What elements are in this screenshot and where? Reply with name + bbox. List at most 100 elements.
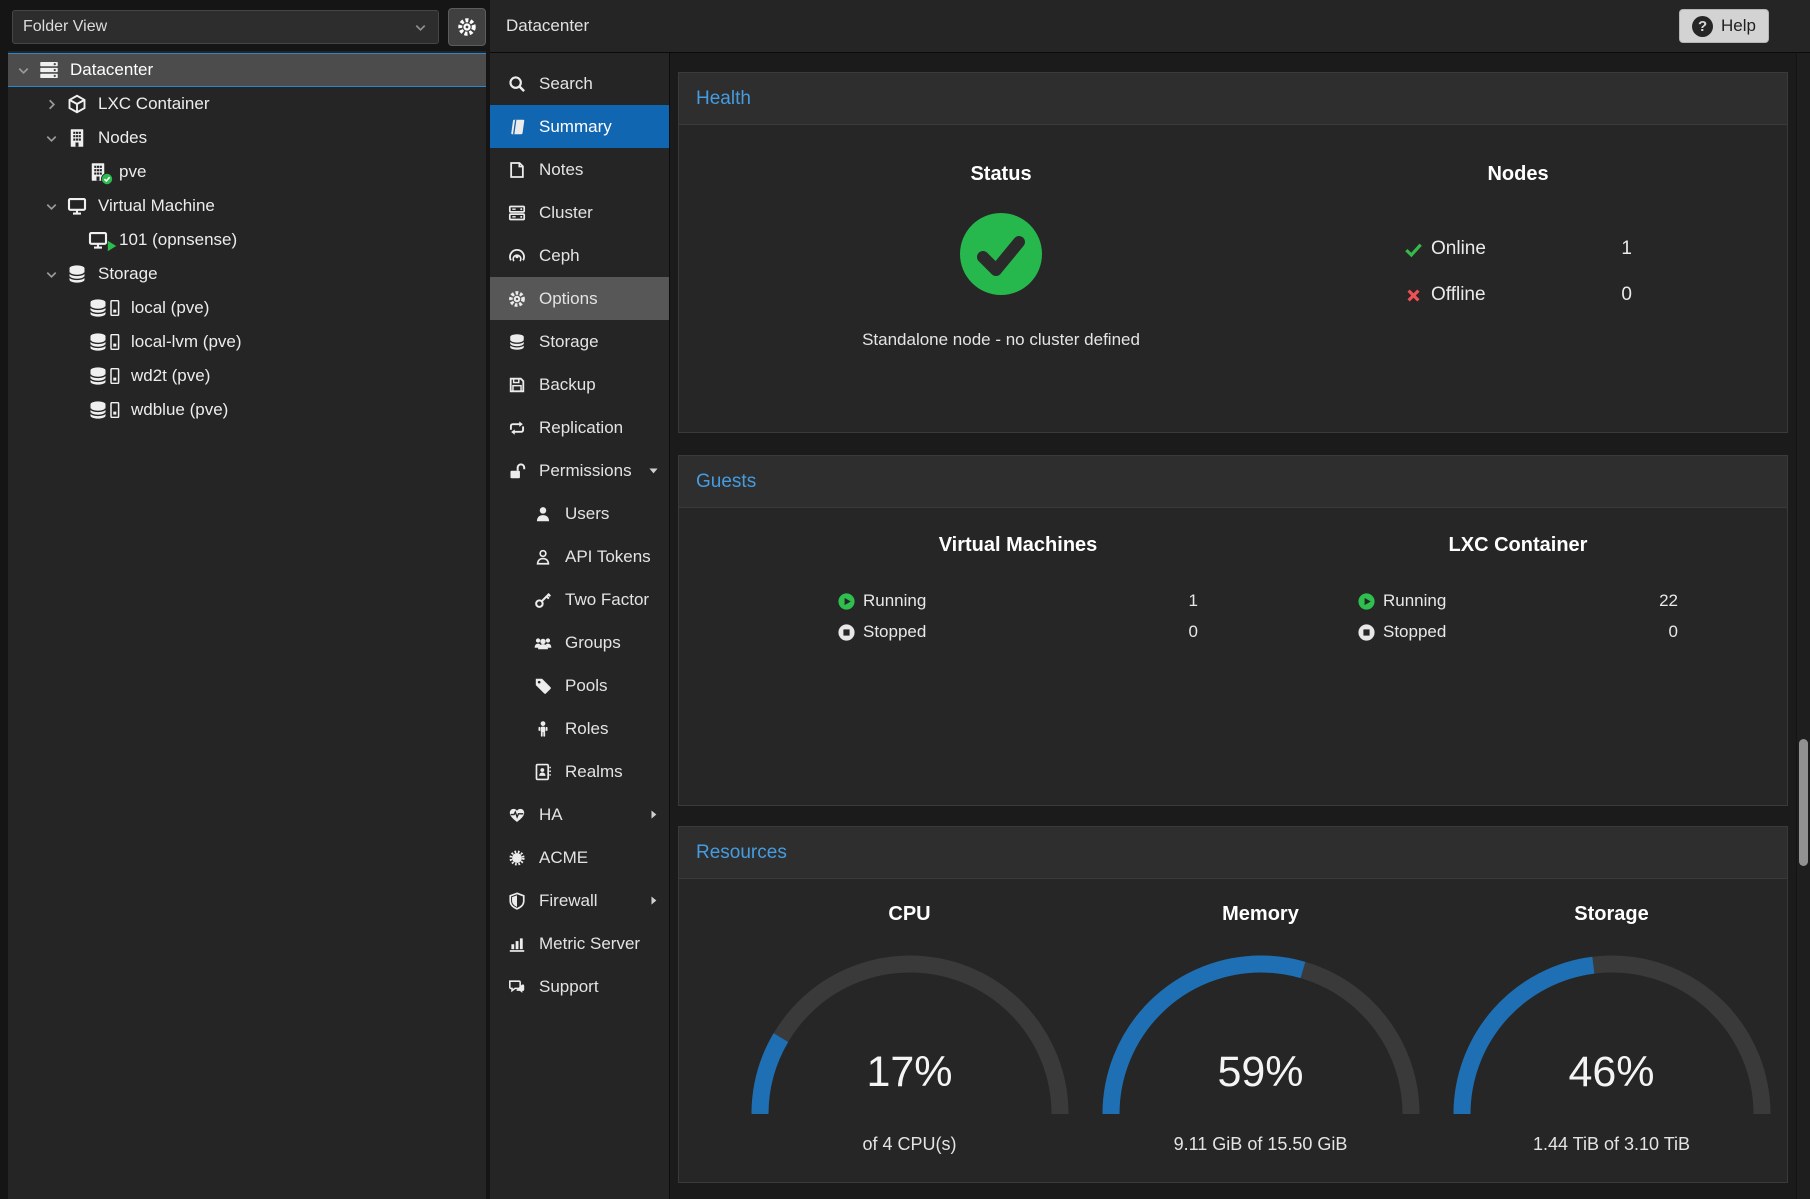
- stop-circle-icon: [1358, 624, 1375, 641]
- tree-item-label: LXC Container: [98, 94, 210, 114]
- health-panel-body: Status Standalone node - no cluster defi…: [679, 125, 1787, 432]
- lxc-running-label: Running: [1383, 591, 1446, 611]
- gear-icon: [508, 290, 526, 308]
- burst-icon: [508, 849, 526, 867]
- menu-item-acme[interactable]: ACME: [490, 836, 669, 879]
- tree-item-datacenter[interactable]: Datacenter: [8, 53, 486, 87]
- cpu-percent: 17%: [740, 1048, 1080, 1097]
- vm-stopped-value: 0: [1189, 622, 1198, 642]
- tree-settings-button[interactable]: [448, 8, 486, 46]
- database-icon: [67, 264, 87, 284]
- note-icon: [508, 161, 526, 179]
- unlock-icon: [508, 462, 526, 480]
- menu-item-ceph[interactable]: Ceph: [490, 234, 669, 277]
- menu-item-two-factor[interactable]: Two Factor: [490, 578, 669, 621]
- tree-item-storage-wdblue[interactable]: wdblue (pve): [8, 393, 486, 427]
- menu-item-search[interactable]: Search: [490, 62, 669, 105]
- tree-toolbar: Folder View: [0, 0, 490, 46]
- tree-item-virtual-machine[interactable]: Virtual Machine: [8, 189, 486, 223]
- tree-item-storage[interactable]: Storage: [8, 257, 486, 291]
- menu-item-summary[interactable]: Summary: [490, 105, 669, 148]
- tree-item-pve[interactable]: pve: [8, 155, 486, 189]
- storage-detail: 1.44 TiB of 3.10 TiB: [1533, 1134, 1690, 1155]
- nodes-online-value: 1: [1621, 238, 1632, 260]
- menu-item-groups[interactable]: Groups: [490, 621, 669, 664]
- tree-item-label: pve: [119, 162, 146, 182]
- vertical-scrollbar[interactable]: [1796, 53, 1810, 1199]
- menu-item-storage[interactable]: Storage: [490, 320, 669, 363]
- nodes-online-row: Online 1: [1404, 238, 1632, 260]
- menu-item-notes[interactable]: Notes: [490, 148, 669, 191]
- menu-item-label: Groups: [565, 633, 621, 653]
- comments-icon: [508, 978, 526, 996]
- menu-item-label: Pools: [565, 676, 608, 696]
- menu-item-roles[interactable]: Roles: [490, 707, 669, 750]
- chevron-down-icon[interactable]: [44, 131, 59, 146]
- tree-item-storage-local-lvm[interactable]: local-lvm (pve): [8, 325, 486, 359]
- view-mode-select[interactable]: Folder View: [12, 10, 439, 44]
- menu-item-realms[interactable]: Realms: [490, 750, 669, 793]
- menu-item-permissions[interactable]: Permissions: [490, 449, 669, 492]
- building-icon: [67, 128, 87, 148]
- tree-item-storage-local[interactable]: local (pve): [8, 291, 486, 325]
- menu-item-backup[interactable]: Backup: [490, 363, 669, 406]
- guests-panel: Guests Virtual Machines Running 1: [678, 455, 1788, 806]
- chevron-down-icon[interactable]: [16, 63, 31, 78]
- heartbeat-icon: [508, 806, 526, 824]
- status-column: Status Standalone node - no cluster defi…: [724, 125, 1278, 432]
- menu-item-api-tokens[interactable]: API Tokens: [490, 535, 669, 578]
- menu-item-label: Support: [539, 977, 599, 997]
- menu-item-label: Notes: [539, 160, 583, 180]
- menu-item-support[interactable]: Support: [490, 965, 669, 1008]
- help-button[interactable]: ? Help: [1679, 9, 1769, 43]
- user-outline-icon: [534, 548, 552, 566]
- check-icon: [1404, 241, 1423, 258]
- caret-right-icon: [647, 894, 660, 907]
- storage-gauge: 46%: [1442, 952, 1782, 1122]
- caret-down-icon: [647, 464, 660, 477]
- menu-item-label: Ceph: [539, 246, 580, 266]
- menu-item-options[interactable]: Options: [490, 277, 669, 320]
- menu-item-metric-server[interactable]: Metric Server: [490, 922, 669, 965]
- nodes-online-label: Online: [1431, 238, 1486, 260]
- tree-item-label: Nodes: [98, 128, 147, 148]
- group-icon: [534, 634, 552, 652]
- chevron-down-icon[interactable]: [44, 267, 59, 282]
- tag-icon: [534, 677, 552, 695]
- book-icon: [508, 118, 526, 136]
- proxmox-app: Folder View Datacenter LXC Container: [0, 0, 1810, 1199]
- menu-item-cluster[interactable]: Cluster: [490, 191, 669, 234]
- menu-item-pools[interactable]: Pools: [490, 664, 669, 707]
- resource-tree: Datacenter LXC Container Nodes pve Virtu…: [8, 51, 486, 1199]
- scrollbar-thumb[interactable]: [1799, 739, 1808, 866]
- tree-item-lxc-container[interactable]: LXC Container: [8, 87, 486, 121]
- chevron-down-icon[interactable]: [44, 199, 59, 214]
- tree-item-storage-wd2t[interactable]: wd2t (pve): [8, 359, 486, 393]
- tree-item-nodes[interactable]: Nodes: [8, 121, 486, 155]
- nodes-heading: Nodes: [1487, 163, 1548, 186]
- cpu-gauge: 17%: [740, 952, 1080, 1122]
- tree-item-label: local (pve): [131, 298, 209, 318]
- menu-item-label: HA: [539, 805, 563, 825]
- main-area: Datacenter ? Help Search Summary Note: [490, 0, 1810, 1199]
- menu-item-label: Cluster: [539, 203, 593, 223]
- monitor-icon: [67, 196, 87, 216]
- bar-chart-icon: [508, 935, 526, 953]
- tree-item-label: wd2t (pve): [131, 366, 210, 386]
- memory-percent: 59%: [1091, 1048, 1431, 1097]
- chevron-right-icon[interactable]: [44, 97, 59, 112]
- nodes-offline-value: 0: [1621, 284, 1632, 306]
- health-panel-title: Health: [679, 73, 1787, 125]
- menu-item-ha[interactable]: HA: [490, 793, 669, 836]
- menu-item-label: Two Factor: [565, 590, 649, 610]
- health-panel: Health Status Standalone node - no clust…: [678, 72, 1788, 433]
- menu-item-label: Firewall: [539, 891, 598, 911]
- menu-item-users[interactable]: Users: [490, 492, 669, 535]
- tree-item-vm-101[interactable]: 101 (opnsense): [8, 223, 486, 257]
- menu-item-replication[interactable]: Replication: [490, 406, 669, 449]
- person-icon: [534, 720, 552, 738]
- status-message: Standalone node - no cluster defined: [862, 330, 1140, 350]
- tree-item-label: local-lvm (pve): [131, 332, 242, 352]
- menu-item-firewall[interactable]: Firewall: [490, 879, 669, 922]
- cluster-icon: [508, 204, 526, 222]
